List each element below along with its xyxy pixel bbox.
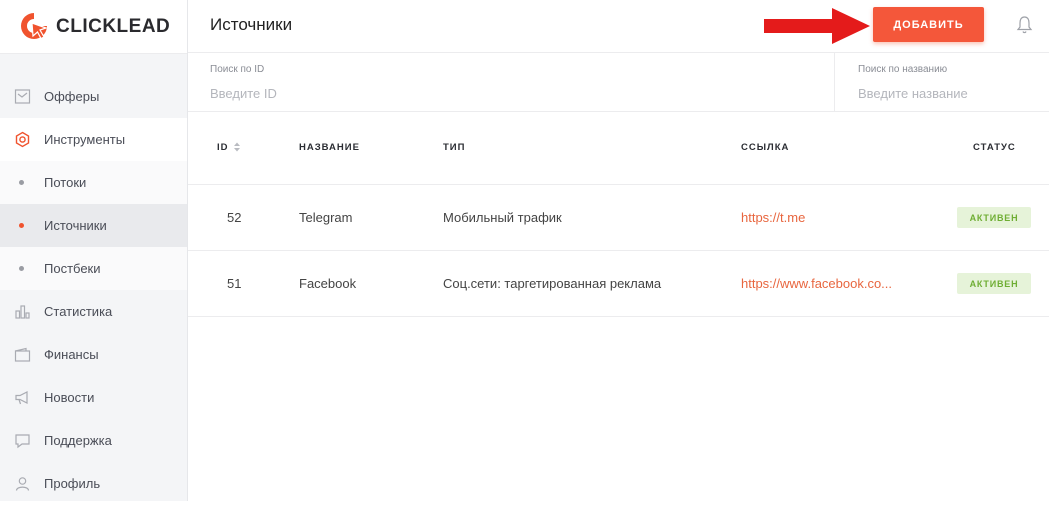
sidebar-item-tools[interactable]: Инструменты [0,118,187,161]
table-row[interactable]: 52 Telegram Мобильный трафик https://t.m… [188,185,1049,251]
add-source-button[interactable]: ДОБАВИТЬ [873,7,984,42]
sidebar-item-label: Потоки [44,175,87,190]
sidebar-item-streams[interactable]: Потоки [0,161,187,204]
sidebar-item-label: Статистика [44,304,113,319]
table-row[interactable]: 51 Facebook Соц.сети: таргетированная ре… [188,251,1049,317]
status-badge: АКТИВЕН [957,273,1031,294]
user-icon [15,477,30,491]
chat-icon [15,434,30,449]
logo[interactable]: CLICKLEAD [0,0,187,54]
search-id-input[interactable] [210,84,610,102]
column-header-link: ССЫЛКА [741,142,790,153]
sidebar-item-label: Поддержка [44,433,112,448]
sidebar-item-label: Новости [44,390,95,405]
sidebar-item-sources[interactable]: Источники [0,204,187,247]
logo-text: CLICKLEAD [56,16,171,37]
sidebar-item-finance[interactable]: Финансы [0,333,187,376]
column-header-type: ТИП [443,142,466,153]
row-name: Telegram [299,210,353,225]
sidebar-item-label: Профиль [44,476,101,491]
red-arrow-annotation-icon [764,8,870,44]
filter-id-label: Поиск по ID [210,64,265,75]
sidebar-item-statistics[interactable]: Статистика [0,290,187,333]
sidebar-item-profile[interactable]: Профиль [0,462,187,505]
row-type: Соц.сети: таргетированная реклама [443,276,662,291]
row-id: 52 [227,210,242,225]
bullet-icon [19,223,24,228]
search-name-input[interactable] [858,84,1038,102]
sidebar: CLICKLEAD Офферы Инструменты Потоки Исто… [0,0,188,501]
bullet-icon [19,180,24,185]
sidebar-item-label: Финансы [44,347,99,362]
row-link[interactable]: https://www.facebook.co... [741,276,892,291]
sidebar-item-news[interactable]: Новости [0,376,187,419]
sidebar-item-label: Инструменты [44,132,126,147]
sidebar-item-support[interactable]: Поддержка [0,419,187,462]
wallet-icon [14,347,31,362]
column-header-id[interactable]: ID [217,142,229,153]
clicklead-logo-icon [21,13,48,40]
hexagon-tools-icon [15,131,30,148]
sidebar-item-offers[interactable]: Офферы [0,75,187,118]
sidebar-item-label: Источники [44,218,107,233]
filter-name-label: Поиск по названию [858,64,948,75]
page-title: Источники [210,15,293,34]
bell-icon[interactable] [1016,15,1033,34]
status-badge: АКТИВЕН [957,207,1031,228]
sidebar-item-postbacks[interactable]: Постбеки [0,247,187,290]
megaphone-icon [15,391,28,405]
row-type: Мобильный трафик [443,210,562,225]
bar-chart-icon [15,305,30,319]
filter-divider [834,53,835,111]
sidebar-item-label: Офферы [44,89,100,104]
column-header-name: НАЗВАНИЕ [299,142,360,153]
filters-bar: Поиск по ID Поиск по названию [188,53,1049,112]
row-id: 51 [227,276,242,291]
top-header: Источники ДОБАВИТЬ [188,0,1049,53]
sidebar-nav: Офферы Инструменты Потоки Источники Пост… [0,75,187,505]
row-name: Facebook [299,276,357,291]
bullet-icon [19,266,24,271]
column-header-status: СТАТУС [973,142,1016,153]
offers-icon [14,89,31,104]
sort-icon[interactable] [233,141,241,153]
table-header: ID НАЗВАНИЕ ТИП ССЫЛКА СТАТУС [188,112,1049,185]
sources-table: ID НАЗВАНИЕ ТИП ССЫЛКА СТАТУС 52 Telegra… [188,112,1049,317]
row-link[interactable]: https://t.me [741,210,805,225]
sidebar-item-label: Постбеки [44,261,101,276]
